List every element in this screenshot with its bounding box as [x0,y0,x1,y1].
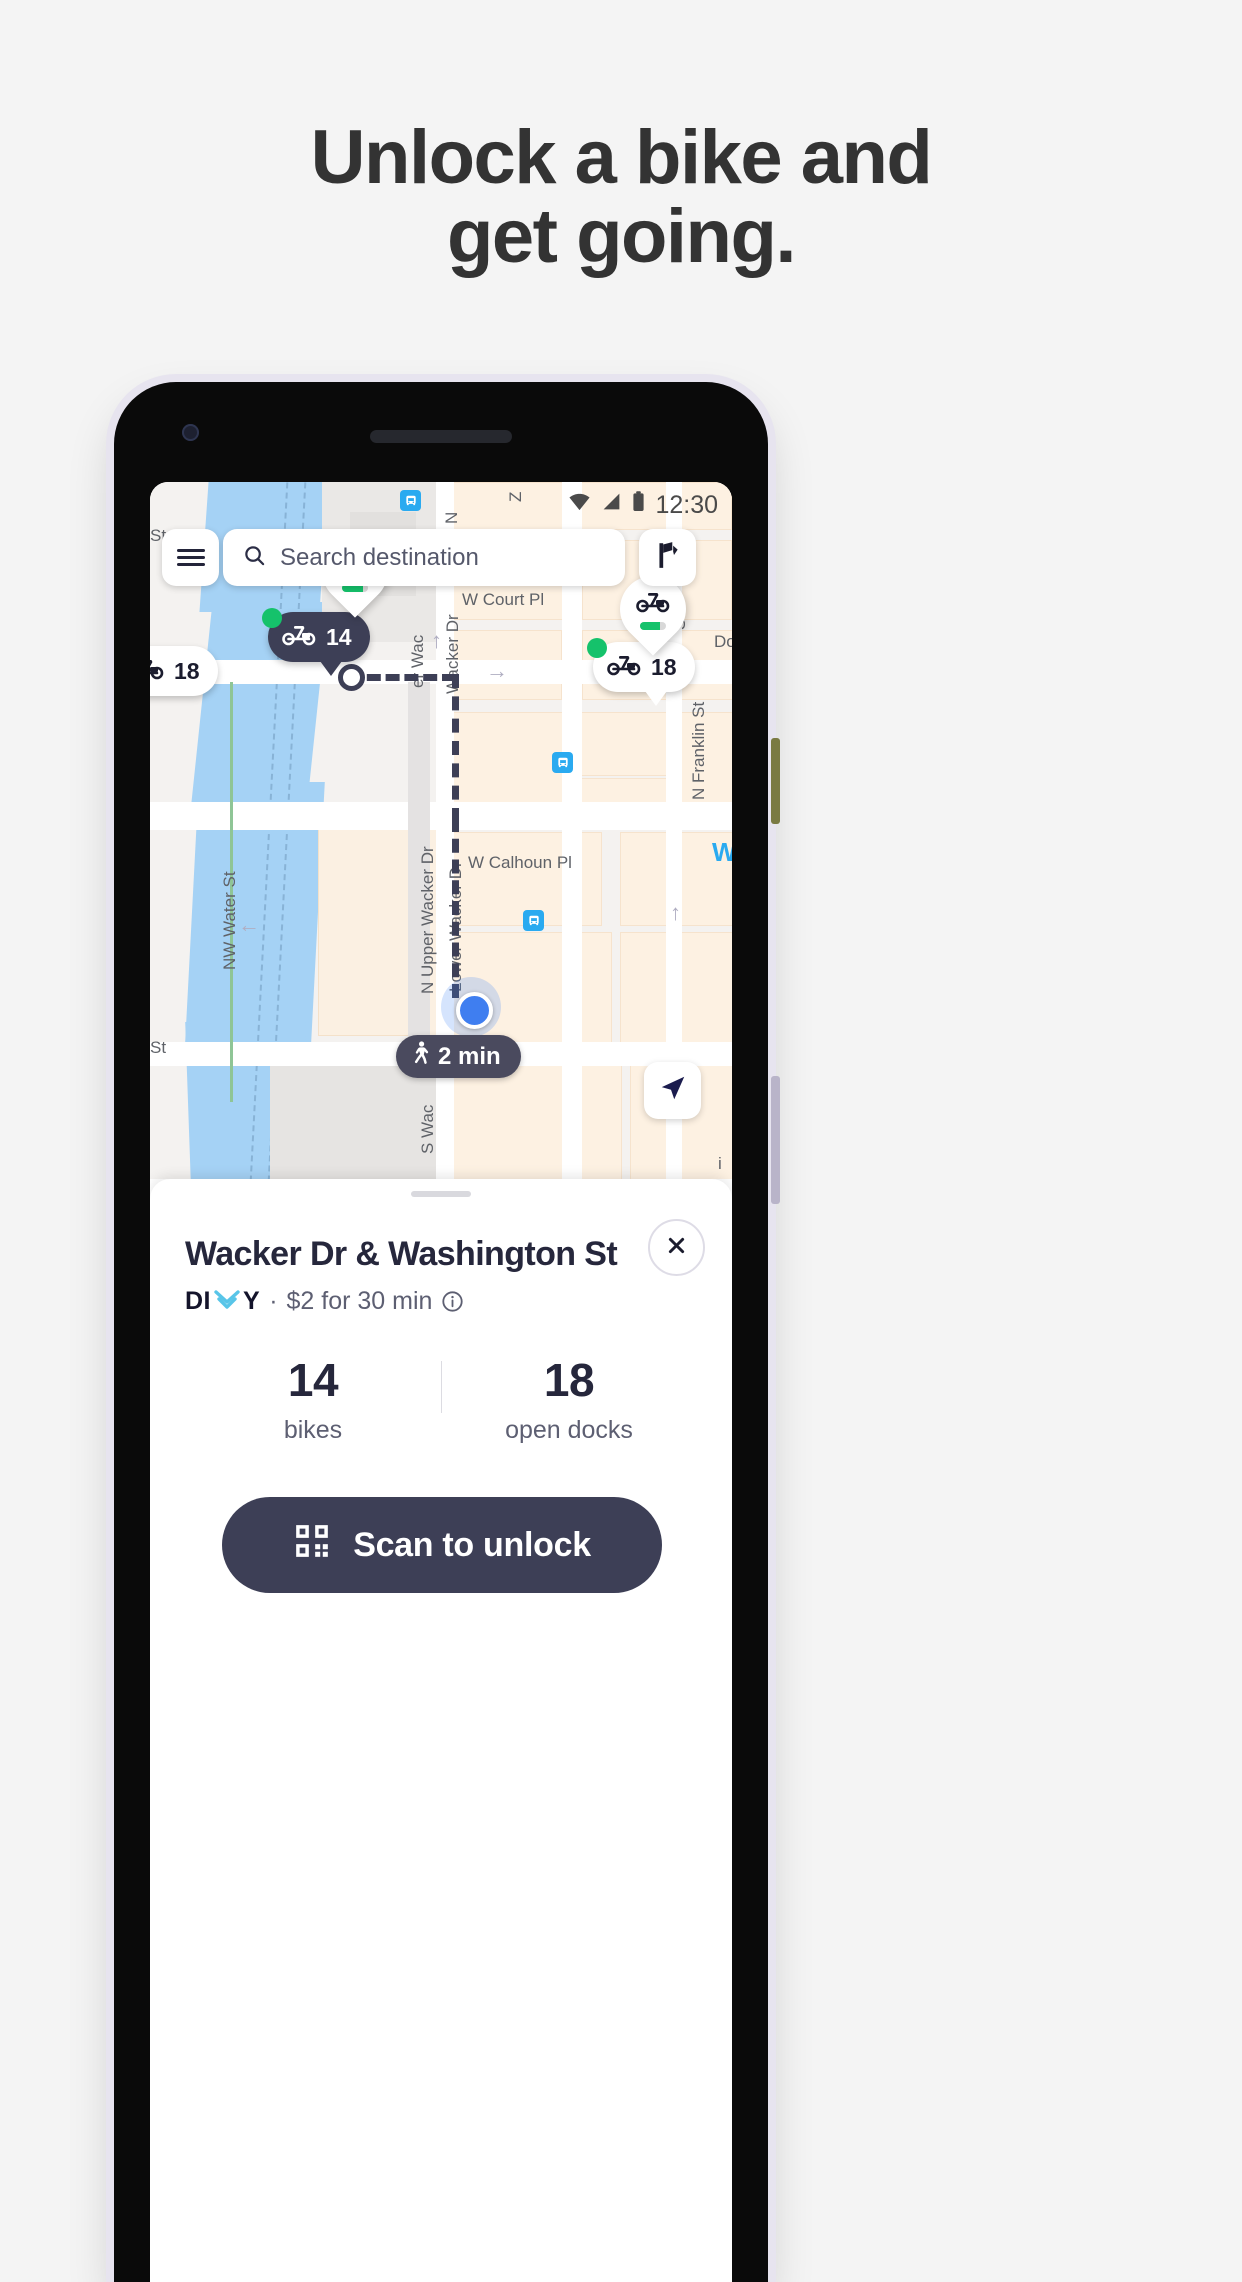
availability-dot [262,608,282,628]
search-input[interactable]: Search destination [223,529,625,586]
road [562,482,582,1179]
phone-mockup: ↑ → ↑ ← W Court Pl W Calhoun Pl N Frankl… [114,382,780,2282]
station-detail-sheet: Wacker Dr & Washington St DI Y · $2 for … [150,1179,732,2282]
search-placeholder: Search destination [280,543,479,571]
bus-stop-icon[interactable] [400,490,421,511]
street-label: i [718,1154,722,1173]
bus-stop-icon[interactable] [552,752,573,773]
route-directions-button[interactable] [639,529,696,586]
scan-button-label: Scan to unlock [353,1525,591,1564]
street-label: N Franklin St [689,701,708,800]
route-path [452,674,459,822]
open-docks-count: 18 [543,1354,595,1406]
bike-icon [150,656,164,686]
street-label: Do [714,632,732,651]
street-label: St [150,1038,167,1057]
direction-arrow-icon: ↑ [670,900,681,925]
bikes-label: bikes [283,1415,343,1444]
stat-bikes: 14 bikes [185,1355,441,1445]
availability-dot [587,638,607,658]
sheet-drag-handle[interactable] [411,1191,471,1197]
headline-line-1: Unlock a bike and [310,115,933,200]
street-label: W Court Pl [462,590,545,609]
page-title: Unlock a bike and get going. [0,118,1242,276]
price-separator: · [269,1287,278,1315]
menu-button[interactable] [162,529,219,586]
map-canvas[interactable]: ↑ → ↑ ← W Court Pl W Calhoun Pl N Frankl… [150,482,732,1179]
cellular-signal-icon [601,490,622,520]
geolocation-dot [456,992,493,1029]
street-label: N [442,511,461,524]
headline-line-2: get going. [446,194,797,280]
street-label: Z [506,491,525,502]
close-x-icon [666,1235,687,1261]
close-button[interactable] [648,1219,705,1276]
walk-time-label: 2 min [438,1042,501,1070]
street-label: W Calhoun Pl [468,853,572,872]
wifi-icon [568,490,591,520]
earpiece-speaker [370,430,512,443]
walk-time-badge: 2 min [396,1035,521,1078]
capacity-bar [640,621,666,630]
street-label: N Upper Wacker Dr [418,846,437,994]
walking-person-icon [410,1041,430,1072]
direction-arrow-icon: ← [238,912,260,937]
battery-icon [632,490,645,520]
status-bar: 12:30 [550,482,732,528]
scan-to-unlock-button[interactable]: Scan to unlock [222,1497,662,1593]
bikes-count: 14 [287,1354,339,1406]
price-text: $2 for 30 min [286,1287,433,1315]
price-row: DI Y · $2 for 30 min [185,1287,464,1316]
direction-arrow-icon: → [486,658,508,683]
divvy-logo-suffix: Y [243,1287,261,1315]
route-path [452,818,459,998]
hamburger-menu-icon [176,545,205,570]
station-bike-count: 18 [651,653,677,680]
clock-time: 12:30 [655,490,718,519]
phone-screen: ↑ → ↑ ← W Court Pl W Calhoun Pl N Frankl… [150,482,732,2282]
divvy-logo-prefix: DI [185,1287,211,1315]
front-camera-icon [182,424,199,441]
route-origin-marker [338,664,365,691]
open-docks-label: open docks [505,1415,633,1444]
info-circle-icon[interactable] [441,1290,464,1313]
station-bike-count: 14 [326,623,352,650]
street-label: S Wac [418,1104,437,1154]
direction-arrow-icon: ↑ [431,628,442,653]
divvy-chevron-icon [211,1287,243,1316]
search-icon [243,544,266,572]
navigation-arrow-icon [658,1073,688,1108]
divvy-logo: DI Y [185,1287,260,1316]
stat-open-docks: 18 open docks [441,1355,697,1445]
flag-route-icon [653,540,683,575]
stats-divider [441,1361,442,1413]
station-bike-count: 18 [174,657,200,684]
qr-code-icon [293,1522,331,1569]
bus-stop-icon[interactable] [523,910,544,931]
street-label: W [712,837,732,867]
street-label: NW Water St [220,871,239,970]
power-button[interactable] [771,738,780,824]
recenter-location-button[interactable] [644,1062,701,1119]
bike-icon [636,589,670,618]
bike-icon [607,652,641,682]
station-name: Wacker Dr & Washington St [185,1235,618,1273]
volume-button[interactable] [771,1076,780,1204]
bike-icon [282,622,316,652]
